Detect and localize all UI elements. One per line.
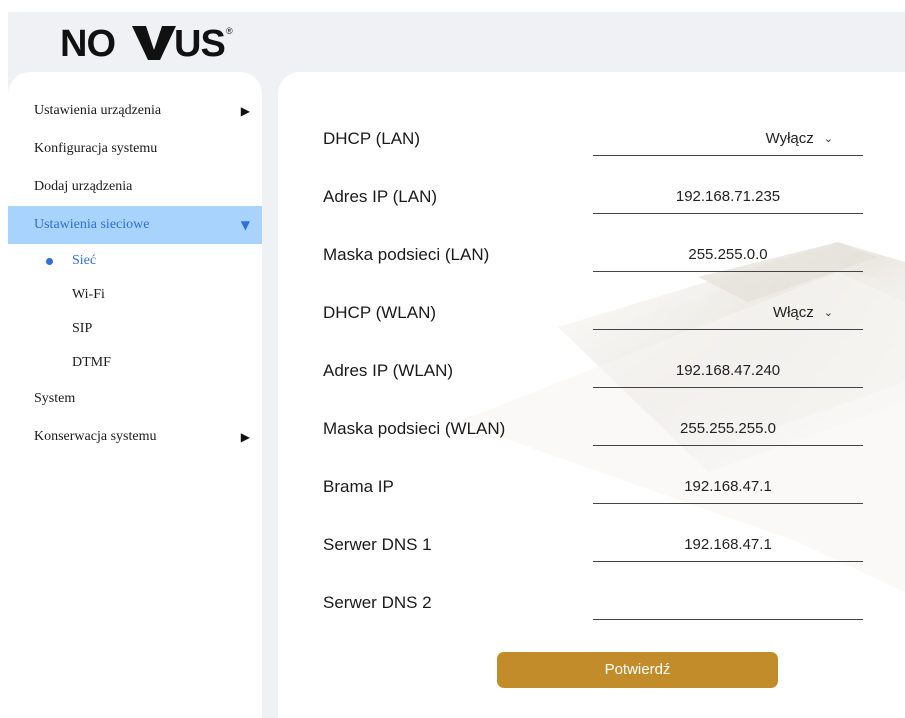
- page-canvas: NO US ® Ustawienia urządzenia ▶ Konfigur…: [0, 0, 905, 718]
- sidebar-item-network-settings[interactable]: Ustawienia sieciowe ▼: [8, 206, 262, 244]
- form-row-dhcp-lan: DHCP (LAN) Wyłącz ⌄: [278, 110, 905, 168]
- dns2-label: Serwer DNS 2: [323, 593, 432, 612]
- dns2-input[interactable]: [593, 588, 863, 618]
- form-row-dhcp-wlan: DHCP (WLAN) Włącz ⌄: [278, 284, 905, 342]
- sidebar-item-label: System: [34, 391, 76, 406]
- ip-wlan-label: Adres IP (WLAN): [323, 361, 454, 380]
- sidebar-item-add-devices[interactable]: Dodaj urządzenia: [8, 168, 262, 206]
- novus-logo: NO US ®: [60, 20, 236, 64]
- svg-text:US: US: [174, 23, 225, 64]
- ip-lan-field: [593, 182, 863, 214]
- sidebar-item-maintenance[interactable]: Konserwacja systemu ▶: [8, 418, 262, 456]
- dhcp-lan-select[interactable]: Wyłącz ⌄: [766, 124, 833, 154]
- mask-lan-field: [593, 240, 863, 272]
- confirm-button[interactable]: Potwierdź: [497, 652, 778, 688]
- dns1-input[interactable]: [593, 530, 863, 560]
- form-row-dns2: Serwer DNS 2: [278, 574, 905, 632]
- form-row-mask-lan: Maska podsieci (LAN): [278, 226, 905, 284]
- ip-wlan-input[interactable]: [593, 356, 863, 386]
- dhcp-lan-selected-value: Wyłącz: [765, 130, 814, 147]
- form-row-dns1: Serwer DNS 1: [278, 516, 905, 574]
- sidebar-item-system[interactable]: System: [8, 380, 262, 418]
- sidebar-item-label: Konserwacja systemu: [34, 429, 157, 444]
- sidebar-subitem-network[interactable]: Sieć: [8, 244, 262, 278]
- dns1-field: [593, 530, 863, 562]
- triangle-right-icon: ▶: [240, 430, 250, 444]
- sidebar-subitem-sip[interactable]: SIP: [8, 312, 262, 346]
- bullet-dot-icon: [46, 258, 53, 265]
- ip-lan-label: Adres IP (LAN): [323, 187, 438, 206]
- sidebar-subitem-label: Wi-Fi: [72, 287, 105, 302]
- triangle-down-icon: ▼: [240, 218, 250, 232]
- form-row-ip-lan: Adres IP (LAN): [278, 168, 905, 226]
- sidebar-subitem-label: Sieć: [72, 253, 97, 268]
- sidebar-item-system-config[interactable]: Konfiguracja systemu: [8, 130, 262, 168]
- mask-wlan-input[interactable]: [593, 414, 863, 444]
- ip-wlan-field: [593, 356, 863, 388]
- sidebar-item-label: Konfiguracja systemu: [34, 141, 158, 156]
- gateway-label: Brama IP: [323, 477, 394, 496]
- gateway-field: [593, 472, 863, 504]
- novus-logo-graphic: NO US ®: [60, 23, 233, 64]
- svg-text:®: ®: [226, 26, 233, 36]
- chevron-down-icon: ⌄: [823, 306, 833, 319]
- sidebar-subitem-dtmf[interactable]: DTMF: [8, 346, 262, 380]
- dhcp-wlan-field: Włącz ⌄: [593, 298, 863, 330]
- form-row-gateway: Brama IP: [278, 458, 905, 516]
- dhcp-lan-label: DHCP (LAN): [323, 129, 420, 148]
- dns1-label: Serwer DNS 1: [323, 535, 432, 554]
- mask-lan-input[interactable]: [593, 240, 863, 270]
- chevron-down-icon: ⌄: [823, 132, 833, 145]
- form-row-mask-wlan: Maska podsieci (WLAN): [278, 400, 905, 458]
- sidebar-subitem-label: DTMF: [72, 355, 111, 370]
- dhcp-wlan-label: DHCP (WLAN): [323, 303, 437, 322]
- network-settings-panel: DHCP (LAN) Wyłącz ⌄ Adres IP (LAN) Maska …: [278, 72, 905, 718]
- dns2-field: [593, 588, 863, 620]
- sidebar-item-device-settings[interactable]: Ustawienia urządzenia ▶: [8, 92, 262, 130]
- sidebar-item-label: Ustawienia sieciowe: [34, 217, 150, 232]
- form-row-ip-wlan: Adres IP (WLAN): [278, 342, 905, 400]
- mask-wlan-label: Maska podsieci (WLAN): [323, 419, 506, 438]
- dhcp-wlan-select[interactable]: Włącz ⌄: [773, 298, 833, 328]
- triangle-right-icon: ▶: [240, 104, 250, 118]
- sidebar-item-label: Dodaj urządzenia: [34, 179, 133, 194]
- sidebar-subitem-wifi[interactable]: Wi-Fi: [8, 278, 262, 312]
- svg-text:NO: NO: [60, 23, 115, 64]
- dhcp-lan-field: Wyłącz ⌄: [593, 124, 863, 156]
- sidebar-item-label: Ustawienia urządzenia: [34, 103, 162, 118]
- mask-wlan-field: [593, 414, 863, 446]
- sidebar-subitem-label: SIP: [72, 321, 93, 336]
- mask-lan-label: Maska podsieci (LAN): [323, 245, 490, 264]
- sidebar-menu: Ustawienia urządzenia ▶ Konfiguracja sys…: [8, 92, 262, 456]
- ip-lan-input[interactable]: [593, 182, 863, 212]
- dhcp-wlan-selected-value: Włącz: [772, 304, 814, 321]
- gateway-input[interactable]: [593, 472, 863, 502]
- sidebar: Ustawienia urządzenia ▶ Konfiguracja sys…: [8, 72, 262, 718]
